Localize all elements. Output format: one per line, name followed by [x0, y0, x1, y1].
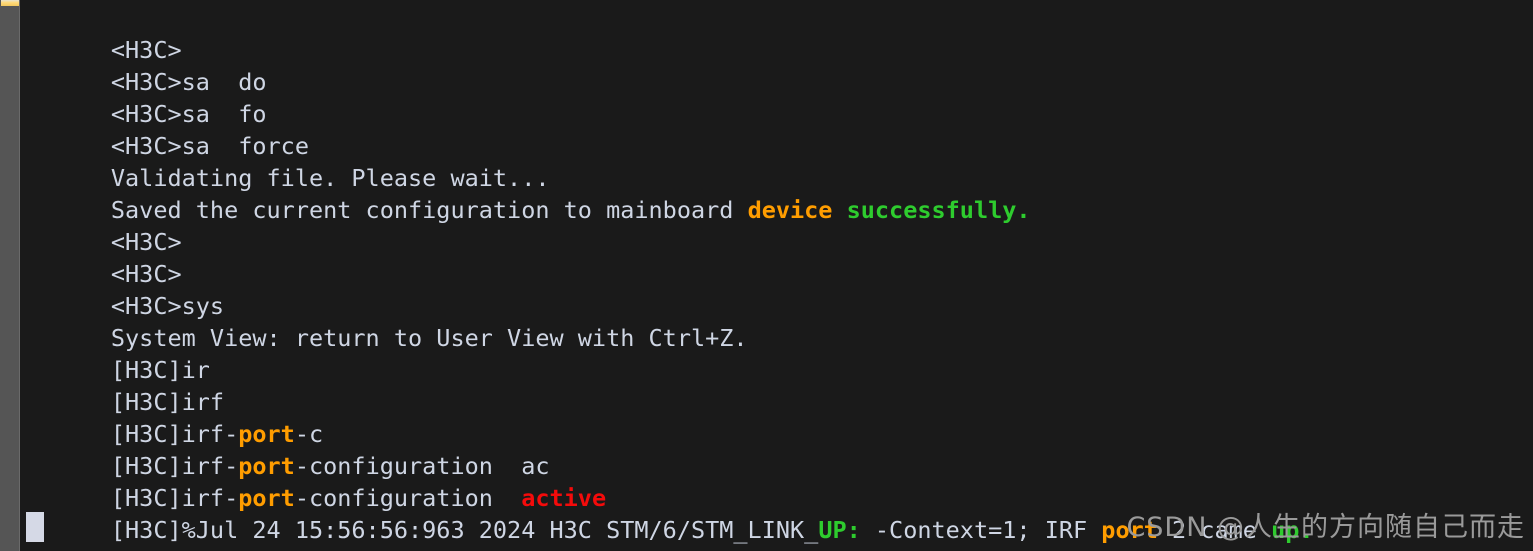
line-text: <H3C> — [110, 228, 182, 256]
line-text: [H3C]irf- — [110, 420, 239, 448]
terminal-window: <H3C> <H3C>sa do <H3C>sa fo <H3C>sa forc… — [0, 0, 1533, 551]
line-text: <H3C>sys — [110, 292, 225, 320]
line-text: -configuration — [294, 484, 522, 512]
terminal-line: <H3C> — [26, 2, 1533, 64]
line-text: [H3C]ir — [110, 356, 210, 384]
scrollbar-thumb[interactable] — [1, 0, 19, 6]
line-highlight-port: port — [238, 420, 295, 448]
line-highlight-device: device — [747, 196, 833, 224]
line-text: -Context=1; IRF — [860, 516, 1102, 544]
line-highlight-port: port — [238, 484, 295, 512]
line-text: [H3C]irf- — [110, 484, 239, 512]
terminal-output[interactable]: <H3C> <H3C>sa do <H3C>sa fo <H3C>sa forc… — [21, 0, 1533, 551]
terminal-line: <H3C>sa do — [26, 34, 1533, 96]
terminal-line: [H3C]irf — [26, 354, 1533, 416]
line-text: -c — [294, 420, 324, 448]
line-text: System View: return to User View with Ct… — [110, 324, 748, 352]
line-highlight-up-state: UP: — [818, 516, 861, 544]
line-text — [832, 196, 846, 224]
line-text: <H3C>sa do — [110, 68, 267, 96]
line-text: <H3C>sa force — [110, 132, 309, 160]
line-text: [H3C]irf — [110, 388, 225, 416]
line-text: <H3C>sa fo — [110, 100, 267, 128]
watermark-text: CSDN @人生的方向随自己而走 — [1126, 512, 1525, 543]
line-text: -configuration ac — [294, 452, 550, 480]
scrollbar-gutter[interactable] — [0, 0, 20, 551]
line-highlight-active: active — [521, 484, 607, 512]
line-text: <H3C> — [110, 260, 182, 288]
terminal-line: System View: return to User View with Ct… — [26, 290, 1533, 352]
line-text: [H3C]irf- — [110, 452, 239, 480]
terminal-line: [H3C]irf-port-c — [26, 386, 1533, 448]
terminal-line: <H3C>sys — [26, 258, 1533, 320]
line-text: Validating file. Please wait... — [110, 164, 550, 192]
line-highlight-port: port — [238, 452, 295, 480]
line-text: <H3C> — [110, 36, 182, 64]
line-highlight-successfully: successfully. — [846, 196, 1031, 224]
line-text: Saved the current configuration to mainb… — [110, 196, 748, 224]
terminal-cursor — [26, 512, 44, 542]
terminal-line: <H3C> — [26, 226, 1533, 288]
line-text: [H3C]%Jul 24 15:56:56:963 2024 H3C STM/6… — [110, 516, 819, 544]
